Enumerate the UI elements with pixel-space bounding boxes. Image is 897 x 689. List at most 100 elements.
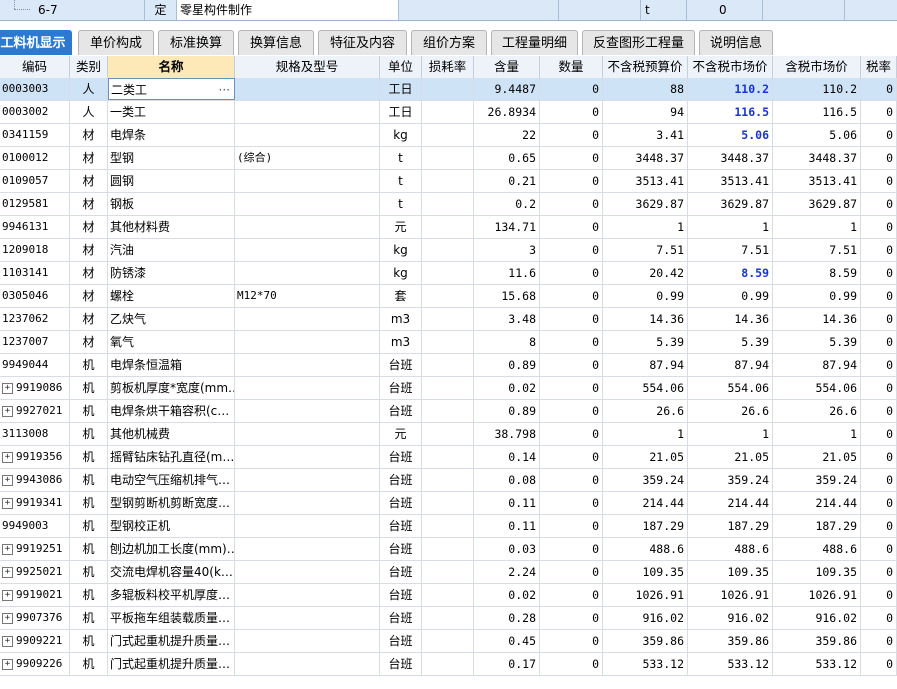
expand-icon[interactable]: + bbox=[2, 497, 13, 509]
cell-tax-rate[interactable]: 0 bbox=[861, 423, 897, 445]
cell-category[interactable]: 人 bbox=[70, 78, 108, 100]
cell-loss[interactable] bbox=[422, 446, 474, 468]
tab-features[interactable]: 特征及内容 bbox=[318, 30, 407, 55]
cell-market-price[interactable]: 7.51 bbox=[688, 239, 773, 261]
cell-name[interactable]: 电动空气压缩机排气… bbox=[108, 469, 235, 491]
cell-content[interactable]: 0.2 bbox=[474, 193, 540, 215]
table-row[interactable]: +9919341 机 型钢剪断机剪断宽度… 台班 0.11 0 214.44 214.44 21… bbox=[0, 492, 897, 515]
tab-conversion-info[interactable]: 换算信息 bbox=[238, 30, 314, 55]
cell-unit[interactable]: m3 bbox=[380, 331, 422, 353]
cell-budget-price[interactable]: 3448.37 bbox=[603, 147, 688, 169]
cell-market-tax-price[interactable]: 3513.41 bbox=[773, 170, 861, 192]
cell-unit[interactable]: 台班 bbox=[380, 446, 422, 468]
cell-category[interactable]: 材 bbox=[70, 262, 108, 284]
cell-content[interactable]: 38.798 bbox=[474, 423, 540, 445]
cell-qty[interactable]: 0 bbox=[540, 400, 603, 422]
cell-tax-rate[interactable]: 0 bbox=[861, 584, 897, 606]
cell-content[interactable]: 22 bbox=[474, 124, 540, 146]
cell-code[interactable]: 9949003 bbox=[0, 515, 70, 537]
cell-market-tax-price[interactable]: 488.6 bbox=[773, 538, 861, 560]
cell-loss[interactable] bbox=[422, 124, 474, 146]
cell-market-tax-price[interactable]: 116.5 bbox=[773, 101, 861, 123]
cell-market-tax-price[interactable]: 554.06 bbox=[773, 377, 861, 399]
cell-market-tax-price[interactable]: 14.36 bbox=[773, 308, 861, 330]
cell-code[interactable]: +9925021 bbox=[0, 561, 70, 583]
col-header-name[interactable]: 名称 bbox=[108, 56, 235, 78]
table-row[interactable]: 0100012 材 型钢 (综合) t 0.65 0 3448.37 3448.37 3448.3… bbox=[0, 147, 897, 170]
cell-unit[interactable]: 台班 bbox=[380, 538, 422, 560]
cell-market-tax-price[interactable]: 214.44 bbox=[773, 492, 861, 514]
cell-content[interactable]: 11.6 bbox=[474, 262, 540, 284]
cell-tax-rate[interactable]: 0 bbox=[861, 607, 897, 629]
cell-spec[interactable] bbox=[235, 308, 380, 330]
cell-name[interactable]: 摇臂钻床钻孔直径(m… bbox=[108, 446, 235, 468]
cell-qty[interactable]: 0 bbox=[540, 331, 603, 353]
cell-content[interactable]: 9.4487 bbox=[474, 78, 540, 100]
cell-market-price[interactable]: 8.59 bbox=[688, 262, 773, 284]
col-header-unit[interactable]: 单位 bbox=[380, 56, 422, 78]
cell-name[interactable]: 其他材料费 bbox=[108, 216, 235, 238]
cell-content[interactable]: 0.89 bbox=[474, 354, 540, 376]
cell-tax-rate[interactable]: 0 bbox=[861, 446, 897, 468]
col-header-tax-rate[interactable]: 税率 bbox=[861, 56, 897, 78]
cell-content[interactable]: 15.68 bbox=[474, 285, 540, 307]
cell-spec[interactable] bbox=[235, 354, 380, 376]
cell-unit[interactable]: 元 bbox=[380, 423, 422, 445]
cell-name[interactable]: 圆钢 bbox=[108, 170, 235, 192]
cell-code[interactable]: +9919356 bbox=[0, 446, 70, 468]
cell-tax-rate[interactable]: 0 bbox=[861, 630, 897, 652]
cell-category[interactable]: 机 bbox=[70, 423, 108, 445]
cell-qty[interactable]: 0 bbox=[540, 124, 603, 146]
cell-market-price[interactable]: 110.2 bbox=[688, 78, 773, 100]
cell-budget-price[interactable]: 554.06 bbox=[603, 377, 688, 399]
cell-tax-rate[interactable]: 0 bbox=[861, 124, 897, 146]
cell-market-price[interactable]: 1 bbox=[688, 216, 773, 238]
cell-budget-price[interactable]: 1 bbox=[603, 423, 688, 445]
cell-budget-price[interactable]: 359.24 bbox=[603, 469, 688, 491]
cell-spec[interactable] bbox=[235, 653, 380, 675]
cell-spec[interactable] bbox=[235, 377, 380, 399]
cell-market-price[interactable]: 1 bbox=[688, 423, 773, 445]
cell-qty[interactable]: 0 bbox=[540, 239, 603, 261]
cell-content[interactable]: 3.48 bbox=[474, 308, 540, 330]
cell-category[interactable]: 机 bbox=[70, 446, 108, 468]
cell-loss[interactable] bbox=[422, 354, 474, 376]
cell-name[interactable]: 钢板 bbox=[108, 193, 235, 215]
cell-spec[interactable] bbox=[235, 423, 380, 445]
cell-market-price[interactable]: 87.94 bbox=[688, 354, 773, 376]
cell-name[interactable]: 一类工 bbox=[108, 101, 235, 123]
cell-market-tax-price[interactable]: 7.51 bbox=[773, 239, 861, 261]
cell-content[interactable]: 0.03 bbox=[474, 538, 540, 560]
cell-budget-price[interactable]: 533.12 bbox=[603, 653, 688, 675]
table-row[interactable]: 1103141 材 防锈漆 kg 11.6 0 20.42 8.59 8.59 0 bbox=[0, 262, 897, 285]
cell-unit[interactable]: 台班 bbox=[380, 607, 422, 629]
table-row[interactable]: +9925021 机 交流电焊机容量40(k… 台班 2.24 0 109.35 109.35… bbox=[0, 561, 897, 584]
cell-market-price[interactable]: 3513.41 bbox=[688, 170, 773, 192]
cell-category[interactable]: 材 bbox=[70, 239, 108, 261]
cell-unit[interactable]: kg bbox=[380, 262, 422, 284]
expand-icon[interactable]: + bbox=[2, 658, 13, 670]
expand-icon[interactable]: + bbox=[2, 612, 13, 624]
table-row[interactable]: +9919086 机 剪板机厚度*宽度(mm… 台班 0.02 0 554.06 554.06… bbox=[0, 377, 897, 400]
table-row[interactable]: +9919356 机 摇臂钻床钻孔直径(m… 台班 0.14 0 21.05 21.05 21.… bbox=[0, 446, 897, 469]
cell-tax-rate[interactable]: 0 bbox=[861, 216, 897, 238]
cell-budget-price[interactable]: 5.39 bbox=[603, 331, 688, 353]
cell-category[interactable]: 机 bbox=[70, 469, 108, 491]
cell-loss[interactable] bbox=[422, 193, 474, 215]
cell-market-tax-price[interactable]: 5.06 bbox=[773, 124, 861, 146]
cell-qty[interactable]: 0 bbox=[540, 492, 603, 514]
cell-category[interactable]: 机 bbox=[70, 584, 108, 606]
cell-code[interactable]: 1103141 bbox=[0, 262, 70, 284]
cell-unit[interactable]: 台班 bbox=[380, 400, 422, 422]
cell-market-tax-price[interactable]: 5.39 bbox=[773, 331, 861, 353]
cell-budget-price[interactable]: 187.29 bbox=[603, 515, 688, 537]
cell-code[interactable]: +9919086 bbox=[0, 377, 70, 399]
cell-unit[interactable]: 台班 bbox=[380, 561, 422, 583]
cell-unit[interactable]: 台班 bbox=[380, 377, 422, 399]
cell-budget-price[interactable]: 3.41 bbox=[603, 124, 688, 146]
col-header-loss[interactable]: 损耗率 bbox=[422, 56, 474, 78]
cell-spec[interactable] bbox=[235, 561, 380, 583]
cell-market-tax-price[interactable]: 109.35 bbox=[773, 561, 861, 583]
table-row[interactable]: 9946131 材 其他材料费 元 134.71 0 1 1 1 0 bbox=[0, 216, 897, 239]
cell-category[interactable]: 材 bbox=[70, 147, 108, 169]
